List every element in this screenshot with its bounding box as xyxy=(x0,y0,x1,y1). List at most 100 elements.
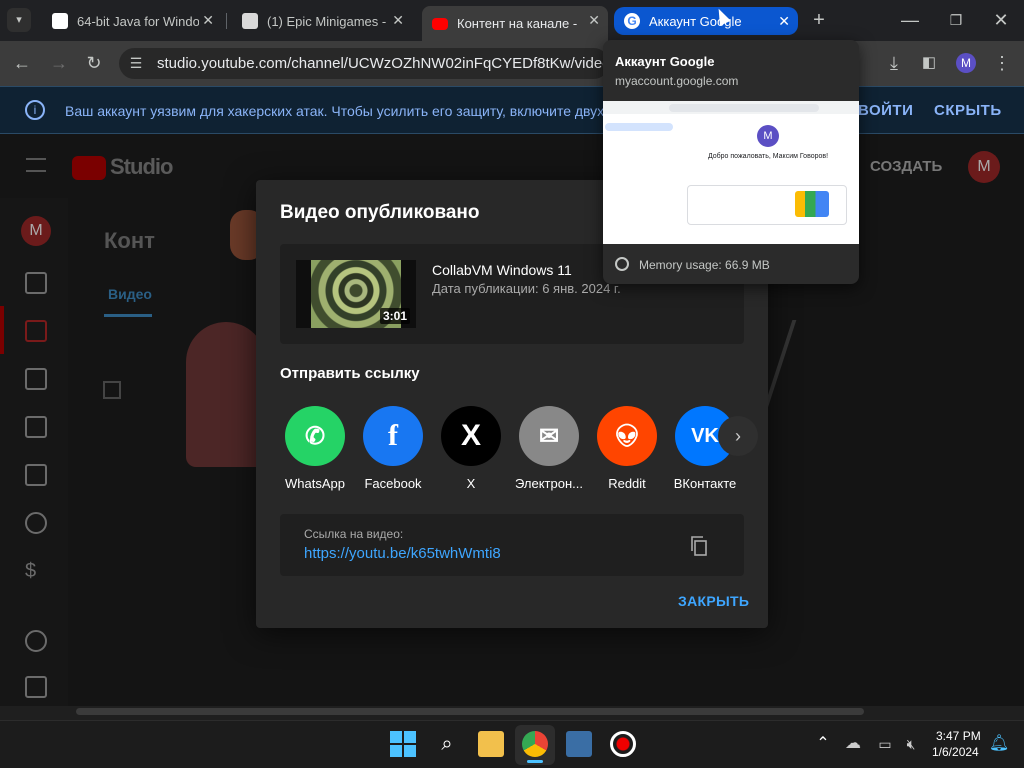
share-reddit-button[interactable]: 👽︎ xyxy=(597,406,657,466)
side-panel-icon[interactable]: ◧ xyxy=(917,51,941,75)
dashboard-icon[interactable] xyxy=(25,272,47,294)
share-label: WhatsApp xyxy=(285,476,345,491)
tab-title: (1) Epic Minigames - R xyxy=(267,13,389,29)
share-x-button[interactable]: X xyxy=(441,406,501,466)
youtube-logo-icon[interactable] xyxy=(72,156,106,180)
roblox-favicon-icon xyxy=(242,13,258,29)
minimize-button[interactable]: — xyxy=(898,8,922,32)
content-active-indicator xyxy=(0,306,4,354)
select-all-checkbox[interactable] xyxy=(103,381,121,399)
menu-icon[interactable] xyxy=(26,158,46,172)
chrome-running-indicator xyxy=(527,760,543,763)
tab-videos-underline xyxy=(104,314,152,317)
tab-separator xyxy=(226,13,227,29)
info-icon: i xyxy=(25,100,45,120)
settings-gear-icon[interactable] xyxy=(25,630,47,652)
start-tile xyxy=(404,745,416,757)
url-text[interactable]: studio.youtube.com/channel/UCWzOZhNW02in… xyxy=(157,55,607,72)
banner-hide-button[interactable]: СКРЫТЬ xyxy=(934,102,1002,119)
close-tab-icon[interactable]: ✕ xyxy=(588,12,600,29)
dialog-title: Видео опубликовано xyxy=(280,202,480,223)
feedback-icon[interactable] xyxy=(25,676,47,698)
video-link-label: Ссылка на видео: xyxy=(304,527,404,541)
preview-sidebar xyxy=(603,114,675,244)
browser-menu-icon[interactable]: ⋮ xyxy=(990,51,1014,75)
tab-java[interactable]: 64-bit Java for Window ✕ xyxy=(42,6,222,36)
start-tile xyxy=(390,731,402,743)
clock-time[interactable]: 3:47 PM xyxy=(936,729,981,743)
record-icon[interactable] xyxy=(610,731,636,757)
preview-nav-selected xyxy=(605,123,673,131)
tab-title: 64-bit Java for Window xyxy=(77,13,199,29)
chevron-right-icon[interactable]: › xyxy=(718,416,758,456)
start-tile xyxy=(404,731,416,743)
close-tab-icon[interactable]: ✕ xyxy=(778,13,790,30)
site-settings-icon[interactable]: ☰ xyxy=(124,51,148,75)
tab-videos[interactable]: Видео xyxy=(108,286,152,302)
display-icon[interactable]: ▭ xyxy=(872,731,898,757)
share-whatsapp-button[interactable]: ✆ xyxy=(285,406,345,466)
search-icon[interactable]: ⌕ xyxy=(434,731,460,757)
file-explorer-icon[interactable] xyxy=(478,731,504,757)
download-icon[interactable]: ⤓ xyxy=(882,51,906,75)
comments-icon[interactable] xyxy=(25,416,47,438)
subtitles-icon[interactable] xyxy=(25,464,47,486)
share-label: ВКонтакте xyxy=(673,476,737,491)
show-hidden-icons[interactable]: ⌃ xyxy=(810,731,836,757)
tab-youtube-studio[interactable]: Контент на канале - ✕ xyxy=(422,6,608,41)
back-button[interactable]: ← xyxy=(10,51,34,75)
tab-google-account[interactable]: G Аккаунт Google ✕ xyxy=(614,7,798,35)
video-publish-date: Дата публикации: 6 янв. 2024 г. xyxy=(432,281,621,296)
copy-icon[interactable] xyxy=(690,536,708,556)
youtube-favicon-icon xyxy=(432,17,448,30)
chrome-icon[interactable] xyxy=(522,731,548,757)
preview-searchbar xyxy=(669,104,819,112)
profile-avatar[interactable]: M xyxy=(956,53,976,73)
tab-search-button[interactable]: ▾ xyxy=(7,8,31,32)
studio-avatar[interactable]: M xyxy=(968,151,1000,183)
share-label: Reddit xyxy=(608,476,646,491)
new-tab-button[interactable]: + xyxy=(807,8,831,32)
reload-button[interactable]: ↻ xyxy=(82,51,106,75)
illustration-figure xyxy=(186,322,266,467)
close-tab-icon[interactable]: ✕ xyxy=(202,12,214,29)
share-email-button[interactable]: ✉ xyxy=(519,406,579,466)
memory-usage: Memory usage: 66.9 MB xyxy=(639,258,770,272)
close-dialog-button[interactable]: ЗАКРЫТЬ xyxy=(678,593,749,609)
windows-start-icon[interactable] xyxy=(390,731,416,757)
share-facebook-button[interactable]: f xyxy=(363,406,423,466)
banner-message: Ваш аккаунт уязвим для хакерских атак. Ч… xyxy=(65,103,605,119)
preview-greeting: Добро пожаловать, Максим Говоров! xyxy=(707,153,829,160)
share-section-title: Отправить ссылку xyxy=(280,365,420,382)
video-title: CollabVM Windows 11 xyxy=(432,262,572,278)
maximize-button[interactable]: ❐ xyxy=(944,8,968,32)
video-link[interactable]: https://youtu.be/k65twhWmti8 xyxy=(304,545,501,562)
video-duration: 3:01 xyxy=(380,308,411,324)
page-title: Конт xyxy=(104,228,155,253)
preview-illustration xyxy=(795,191,829,217)
close-window-button[interactable]: ✕ xyxy=(989,8,1013,32)
monetization-icon[interactable]: $ xyxy=(25,560,47,582)
java-favicon-icon xyxy=(52,13,68,29)
tab-roblox[interactable]: (1) Epic Minigames - R ✕ xyxy=(232,6,412,36)
clock-date[interactable]: 1/6/2024 xyxy=(932,745,979,759)
volume-muted-icon[interactable]: 🔇︎ xyxy=(898,731,924,757)
content-icon[interactable] xyxy=(25,320,47,342)
horizontal-scrollbar[interactable] xyxy=(76,708,864,715)
task-manager-icon[interactable] xyxy=(566,731,592,757)
network-icon[interactable]: ☁ xyxy=(840,731,866,757)
notification-bell-icon[interactable]: 🔔︎ xyxy=(986,731,1012,757)
windows-taskbar xyxy=(0,720,1024,768)
banner-login-button[interactable]: ВОЙТИ xyxy=(858,102,913,119)
tab-title: Аккаунт Google xyxy=(649,13,742,29)
copyright-icon[interactable] xyxy=(25,512,47,534)
channel-avatar[interactable]: M xyxy=(21,216,51,246)
studio-logo-text: Studio xyxy=(110,154,173,179)
preview-avatar: M xyxy=(757,125,779,147)
forward-button[interactable]: → xyxy=(47,51,71,75)
close-tab-icon[interactable]: ✕ xyxy=(392,12,404,29)
google-favicon-icon: G xyxy=(624,13,640,29)
hover-card-title: Аккаунт Google xyxy=(615,54,715,69)
analytics-icon[interactable] xyxy=(25,368,47,390)
create-button[interactable]: СОЗДАТЬ xyxy=(870,158,942,175)
